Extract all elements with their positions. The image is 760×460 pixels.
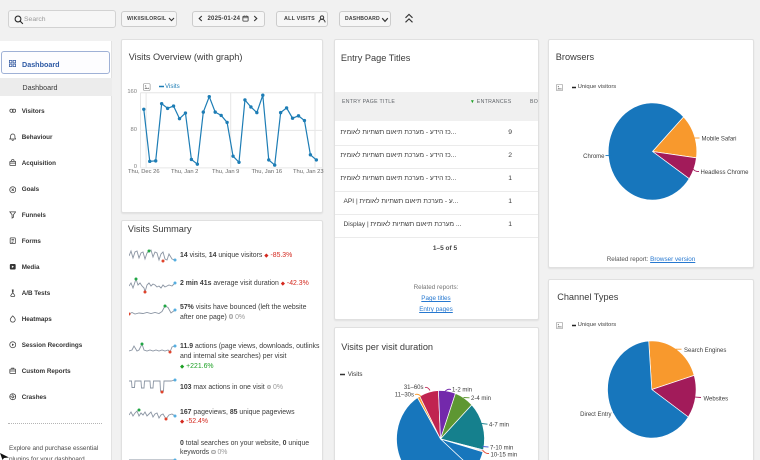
svg-text:10-15 min: 10-15 min [490,453,517,459]
svg-text:7-10 min: 7-10 min [490,446,513,452]
svg-text:31–60s: 31–60s [403,385,423,391]
svg-text:Headless Chrome: Headless Chrome [701,170,750,176]
svg-text:Mobile Safari: Mobile Safari [702,137,737,143]
svg-text:1-2 min: 1-2 min [452,388,472,394]
svg-text:Chrome: Chrome [583,154,605,160]
svg-text:Direct Entry: Direct Entry [580,412,611,418]
svg-text:Websites: Websites [704,397,729,403]
svg-text:4-7 min: 4-7 min [489,423,509,429]
svg-text:11–30s: 11–30s [394,393,413,399]
svg-text:Search Engines: Search Engines [684,348,726,354]
svg-text:2-4 min: 2-4 min [471,396,491,402]
